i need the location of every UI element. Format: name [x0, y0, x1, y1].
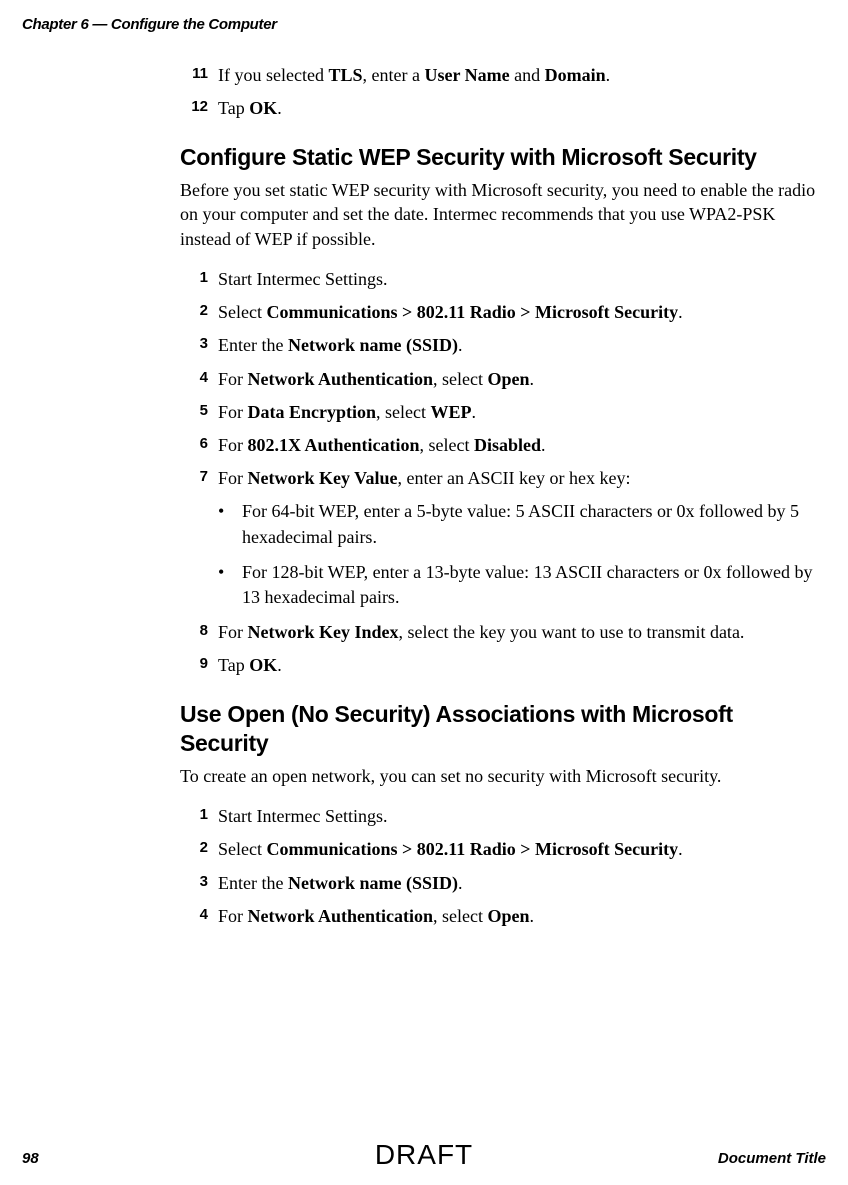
section-heading-2: Use Open (No Security) Associations with…: [180, 700, 826, 758]
section1-steps-b: 8For Network Key Index, select the key y…: [180, 620, 826, 678]
step-number: 5: [180, 400, 218, 425]
step-text: For Network Authentication, select Open.: [218, 367, 826, 392]
step-number: 4: [180, 367, 218, 392]
step-number: 11: [180, 63, 218, 88]
bullet-text: For 128-bit WEP, enter a 13-byte value: …: [242, 560, 826, 610]
step-text: Start Intermec Settings.: [218, 267, 826, 292]
step-number: 3: [180, 333, 218, 358]
step-number: 1: [180, 267, 218, 292]
step-text: Tap OK.: [218, 653, 826, 678]
bullet-marker: •: [218, 499, 242, 549]
numbered-step: 1Start Intermec Settings.: [180, 267, 826, 292]
step-number: 6: [180, 433, 218, 458]
chapter-header: Chapter 6 — Configure the Computer: [0, 0, 848, 33]
numbered-step: 1Start Intermec Settings.: [180, 804, 826, 829]
steps-a-container: 11If you selected TLS, enter a User Name…: [180, 63, 826, 121]
step-text: Start Intermec Settings.: [218, 804, 826, 829]
bullet-item: •For 64-bit WEP, enter a 5-byte value: 5…: [180, 499, 826, 549]
step-text: Select Communications > 802.11 Radio > M…: [218, 837, 826, 862]
section2-steps: 1Start Intermec Settings.2Select Communi…: [180, 804, 826, 929]
step-text: Enter the Network name (SSID).: [218, 871, 826, 896]
bullet-item: •For 128-bit WEP, enter a 13-byte value:…: [180, 560, 826, 610]
step-number: 1: [180, 804, 218, 829]
numbered-step: 2Select Communications > 802.11 Radio > …: [180, 837, 826, 862]
numbered-step: 12Tap OK.: [180, 96, 826, 121]
page-content: 11If you selected TLS, enter a User Name…: [0, 33, 848, 929]
section-heading-1: Configure Static WEP Security with Micro…: [180, 143, 826, 172]
numbered-step: 3Enter the Network name (SSID).: [180, 333, 826, 358]
numbered-step: 7For Network Key Value, enter an ASCII k…: [180, 466, 826, 491]
step-number: 9: [180, 653, 218, 678]
step-text: For Network Key Value, enter an ASCII ke…: [218, 466, 826, 491]
section1-bullets: •For 64-bit WEP, enter a 5-byte value: 5…: [180, 499, 826, 610]
step-text: Tap OK.: [218, 96, 826, 121]
bullet-marker: •: [218, 560, 242, 610]
numbered-step: 9Tap OK.: [180, 653, 826, 678]
step-number: 2: [180, 300, 218, 325]
step-number: 7: [180, 466, 218, 491]
step-text: If you selected TLS, enter a User Name a…: [218, 63, 826, 88]
numbered-step: 11If you selected TLS, enter a User Name…: [180, 63, 826, 88]
step-number: 8: [180, 620, 218, 645]
numbered-step: 4For Network Authentication, select Open…: [180, 904, 826, 929]
numbered-step: 2Select Communications > 802.11 Radio > …: [180, 300, 826, 325]
numbered-step: 6For 802.1X Authentication, select Disab…: [180, 433, 826, 458]
step-text: For Data Encryption, select WEP.: [218, 400, 826, 425]
step-text: For 802.1X Authentication, select Disabl…: [218, 433, 826, 458]
section1-steps: 1Start Intermec Settings.2Select Communi…: [180, 267, 826, 491]
numbered-step: 4For Network Authentication, select Open…: [180, 367, 826, 392]
draft-watermark: DRAFT: [375, 1139, 473, 1171]
step-number: 12: [180, 96, 218, 121]
page-number: 98: [22, 1150, 39, 1167]
numbered-step: 5For Data Encryption, select WEP.: [180, 400, 826, 425]
step-number: 2: [180, 837, 218, 862]
doc-title: Document Title: [718, 1150, 826, 1167]
step-number: 4: [180, 904, 218, 929]
step-number: 3: [180, 871, 218, 896]
section-intro-2: To create an open network, you can set n…: [180, 764, 826, 788]
step-text: Enter the Network name (SSID).: [218, 333, 826, 358]
bullet-text: For 64-bit WEP, enter a 5-byte value: 5 …: [242, 499, 826, 549]
step-text: For Network Authentication, select Open.: [218, 904, 826, 929]
numbered-step: 8For Network Key Index, select the key y…: [180, 620, 826, 645]
step-text: Select Communications > 802.11 Radio > M…: [218, 300, 826, 325]
section-intro-1: Before you set static WEP security with …: [180, 178, 826, 251]
step-text: For Network Key Index, select the key yo…: [218, 620, 826, 645]
numbered-step: 3Enter the Network name (SSID).: [180, 871, 826, 896]
